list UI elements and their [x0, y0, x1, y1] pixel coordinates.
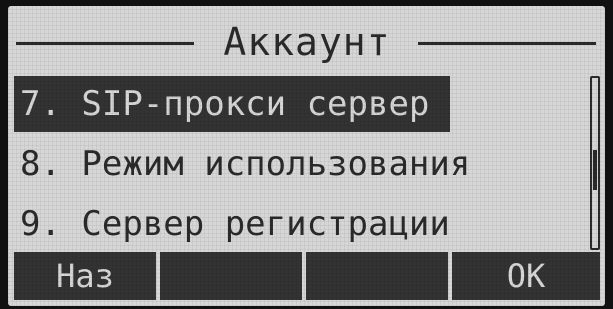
softkey-back[interactable]: Наз	[14, 252, 156, 300]
device-bezel: Аккаунт 1 7. SIP-прокси сервер 8. Режим …	[0, 0, 613, 309]
title-divider-right	[418, 42, 596, 45]
menu-scrollbar[interactable]	[590, 76, 600, 250]
menu-item-label: 7. SIP-прокси сервер	[20, 84, 430, 124]
menu-item-label: 8. Режим использования	[20, 144, 471, 184]
menu-list: 7. SIP-прокси сервер 8. Режим использова…	[14, 76, 586, 256]
title-divider-left	[16, 42, 194, 45]
softkey-bar: Наз OK	[14, 252, 600, 300]
lcd-screen: Аккаунт 1 7. SIP-прокси сервер 8. Режим …	[8, 6, 605, 306]
menu-item-sip-proxy[interactable]: 7. SIP-прокси сервер	[14, 76, 450, 132]
scrollbar-thumb[interactable]	[593, 150, 597, 190]
menu-item-usage-mode[interactable]: 8. Режим использования	[14, 136, 586, 192]
softkey-ok[interactable]: OK	[452, 252, 600, 300]
softkey-3[interactable]	[306, 252, 448, 300]
menu-item-label: 9. Сервер регистрации	[20, 204, 450, 244]
title-bar: Аккаунт 1	[8, 14, 605, 116]
menu-item-registration-server[interactable]: 9. Сервер регистрации	[14, 196, 586, 252]
softkey-2[interactable]	[160, 252, 302, 300]
